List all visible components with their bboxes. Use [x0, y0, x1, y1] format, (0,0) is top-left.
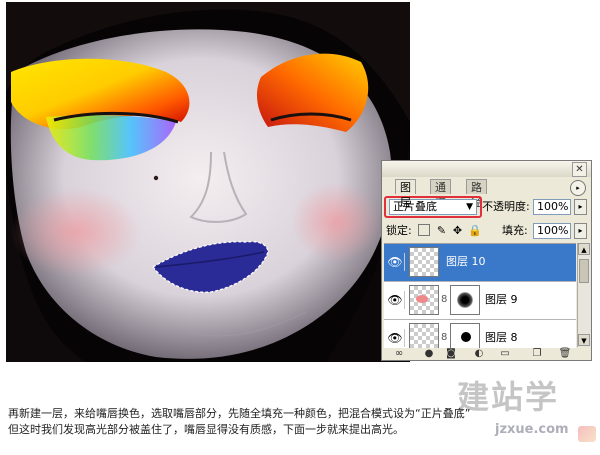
scroll-down-icon[interactable]: ▼ [578, 334, 590, 346]
fill-label: 填充: [502, 224, 528, 237]
fill-stepper-icon[interactable]: ▸ [574, 223, 587, 239]
layer-row[interactable]: 👁 图层 10 [384, 244, 576, 282]
fill-input[interactable]: 100% [533, 223, 571, 239]
eye-icon[interactable]: 👁 [386, 329, 405, 347]
layer-thumbnail [409, 285, 439, 315]
new-layer-icon[interactable]: ❐ [530, 348, 544, 360]
layer-list: 👁 图层 10 👁 8 图层 9 👁 8 图层 8 [384, 243, 576, 348]
layer-style-icon[interactable]: ● [422, 348, 436, 360]
face-illustration [6, 2, 410, 362]
layer-thumbnail [409, 323, 439, 348]
layer-mask-thumbnail[interactable] [450, 285, 480, 315]
opacity-input[interactable]: 100% [533, 199, 571, 215]
layer-mask-thumbnail[interactable] [450, 323, 480, 348]
eye-icon[interactable]: 👁 [386, 291, 405, 309]
layer-name[interactable]: 图层 10 [446, 255, 486, 269]
panel-menu-icon[interactable]: ▸ [570, 180, 586, 196]
lock-fill-row: 锁定: ✎ ✥ 🔒 填充: 100% ▸ [384, 221, 589, 241]
opacity-label: 不透明度: [482, 200, 530, 213]
opacity-stepper-icon[interactable]: ▸ [574, 199, 587, 215]
tab-paths[interactable]: 路径 [466, 179, 487, 209]
scroll-thumb[interactable] [579, 259, 589, 283]
panel-bottom-toolbar: ∞ ● ◙ ◐ ▭ ❐ 🗑 [382, 348, 591, 361]
caption-line-1: 再新建一层，来给嘴唇换色，选取嘴唇部分，先随全填充一种颜色，把混合模式设为“正片… [8, 407, 471, 420]
layers-panel: ✕ 图层 通道 路径 ▸ 正片叠底 ▼ 不透明度: 100% ▸ 锁定: ✎ ✥… [381, 160, 592, 361]
close-icon[interactable]: ✕ [572, 162, 587, 177]
move-icon[interactable]: ✥ [451, 224, 464, 237]
tab-layers[interactable]: 图层 [395, 179, 416, 209]
mask-content [457, 292, 473, 308]
layer-thumbnail [409, 247, 439, 277]
adjustment-layer-icon[interactable]: ◐ [472, 348, 486, 360]
trash-icon[interactable]: 🗑 [558, 348, 572, 360]
lock-icon[interactable]: 🔒 [468, 224, 482, 237]
lock-label: 锁定: [386, 224, 412, 237]
layer-list-scrollbar[interactable]: ▲ ▼ [577, 243, 591, 347]
dropdown-arrow-icon: ▼ [466, 202, 473, 212]
eye-icon[interactable]: 👁 [386, 253, 405, 271]
lock-transparency-icon[interactable] [418, 224, 430, 236]
new-group-icon[interactable]: ▭ [498, 348, 512, 360]
scroll-up-icon[interactable]: ▲ [578, 243, 590, 255]
layer-row[interactable]: 👁 8 图层 8 [384, 320, 576, 348]
caption-text: 再新建一层，来给嘴唇换色，选取嘴唇部分，先随全填充一种颜色，把混合模式设为“正片… [8, 406, 600, 438]
layer-name[interactable]: 图层 8 [485, 331, 518, 345]
link-layers-icon[interactable]: ∞ [392, 348, 406, 360]
link-chain-icon[interactable]: 8 [441, 332, 447, 343]
caption-line-2: 但这时我们发现高光部分被盖住了，嘴唇显得没有质感，下面一步就来提出高光。 [8, 423, 404, 436]
add-mask-icon[interactable]: ◙ [444, 348, 458, 360]
layer-name[interactable]: 图层 9 [485, 293, 518, 307]
photo-canvas [6, 2, 410, 362]
tab-channels[interactable]: 通道 [430, 179, 451, 209]
thumbnail-content [416, 295, 428, 303]
blend-opacity-row: 正片叠底 ▼ 不透明度: 100% ▸ [384, 196, 589, 218]
panel-titlebar: ✕ [382, 161, 591, 177]
mask-content [461, 332, 471, 342]
link-chain-icon[interactable]: 8 [441, 294, 447, 305]
layer-row[interactable]: 👁 8 图层 9 [384, 282, 576, 320]
brush-icon[interactable]: ✎ [435, 224, 448, 237]
